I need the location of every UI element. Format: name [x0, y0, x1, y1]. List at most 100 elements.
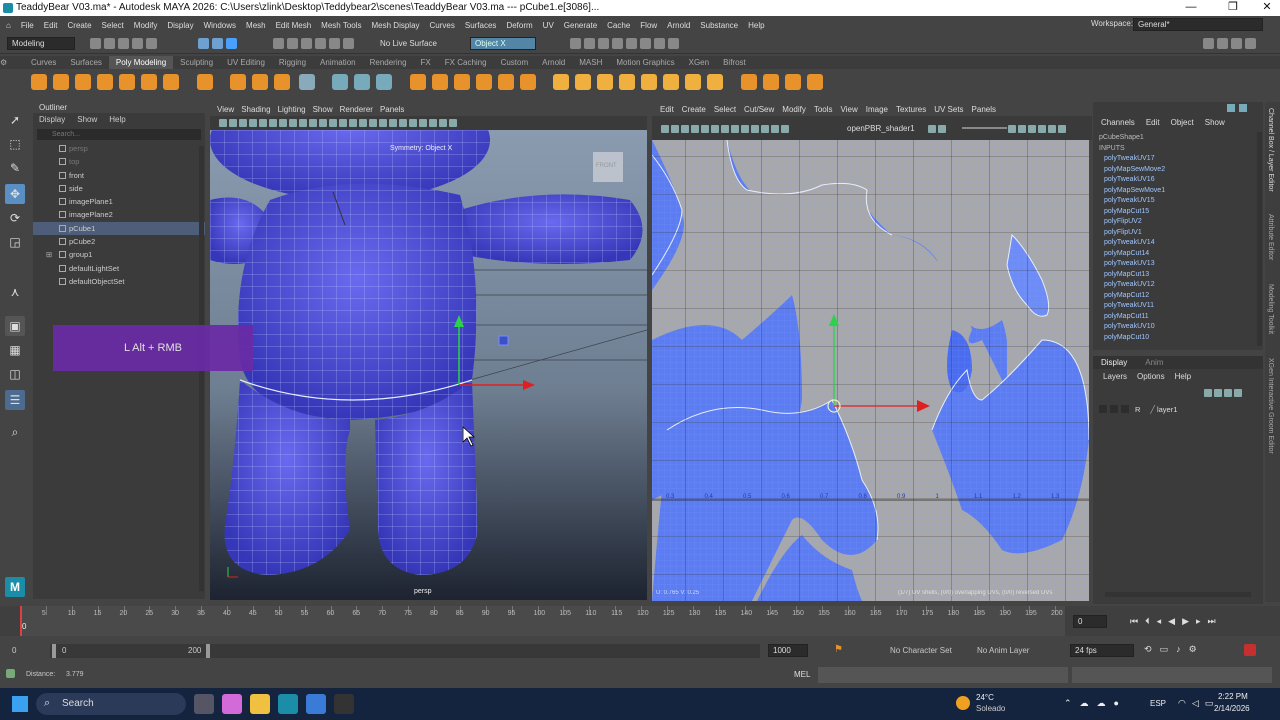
- svg-tool-icon[interactable]: [274, 74, 291, 90]
- new-layer-icon[interactable]: [1224, 389, 1232, 397]
- exposure-icon[interactable]: [429, 119, 437, 127]
- uv-pattern-icon[interactable]: [761, 125, 769, 133]
- uv-dim-icon[interactable]: [721, 125, 729, 133]
- language-indicator[interactable]: ESP: [1150, 699, 1166, 708]
- outliner-item-pcube1[interactable]: pCube1: [33, 221, 205, 236]
- uv-editor-shelf-icon[interactable]: [298, 74, 315, 90]
- perspective-viewport[interactable]: Symmetry: Object X FRONT persp: [210, 130, 647, 600]
- character-set-select[interactable]: No Character Set: [890, 646, 952, 655]
- shelf-tab[interactable]: XGen: [682, 56, 716, 69]
- component-mode-icon[interactable]: [226, 38, 237, 49]
- viewport-menu-shading[interactable]: Shading: [241, 105, 270, 114]
- menu-mesh[interactable]: Mesh: [246, 21, 266, 30]
- outliner-search-input[interactable]: Search...: [37, 129, 201, 140]
- layer-tab-display[interactable]: Display: [1101, 358, 1127, 367]
- cloud-icon[interactable]: ☁: [1097, 698, 1114, 708]
- boolean-intersection-icon[interactable]: [453, 74, 470, 90]
- channel-input-item[interactable]: polyTweakUV17: [1093, 154, 1263, 165]
- side-tab-channel-box[interactable]: Channel Box / Layer Editor: [1267, 108, 1274, 192]
- xray-icon[interactable]: [399, 119, 407, 127]
- isolate-select-icon[interactable]: [389, 119, 397, 127]
- clock-date[interactable]: 2/14/2026: [1214, 704, 1250, 713]
- range-end-handle[interactable]: [206, 644, 210, 658]
- menu-flow[interactable]: Flow: [640, 21, 657, 30]
- layer-menu-options[interactable]: Options: [1137, 372, 1165, 381]
- channel-input-item[interactable]: polyMapCut14: [1093, 249, 1263, 260]
- uv-menu-modify[interactable]: Modify: [782, 105, 806, 114]
- ipr-render-icon[interactable]: [598, 38, 609, 49]
- copilot-icon[interactable]: [222, 694, 242, 714]
- quad-draw-icon[interactable]: [806, 74, 823, 90]
- channel-input-item[interactable]: polyMapCut10: [1093, 333, 1263, 344]
- safe-action-icon[interactable]: [289, 119, 297, 127]
- menu-display[interactable]: Display: [167, 21, 193, 30]
- snap-curve-icon[interactable]: [287, 38, 298, 49]
- uv-shader-select[interactable]: openPBR_shader1: [847, 124, 915, 133]
- channel-box-icon[interactable]: [1245, 38, 1256, 49]
- outliner-item-front[interactable]: front: [33, 169, 205, 182]
- auto-key-icon[interactable]: ⚑: [834, 644, 843, 655]
- outliner-item-side[interactable]: side: [33, 182, 205, 195]
- shelf-settings-icon[interactable]: ⚙: [0, 56, 24, 69]
- uv-editor-canvas[interactable]: 0.30.40.50.60.70.80.911.11.21.31.4 U: 0.…: [652, 140, 1089, 601]
- live-surface-label[interactable]: No Live Surface: [380, 39, 437, 48]
- rotate-tool-icon[interactable]: ⟳: [5, 208, 25, 228]
- separate-icon[interactable]: [354, 74, 371, 90]
- record-icon[interactable]: [1244, 644, 1256, 656]
- uv-menu-panels[interactable]: Panels: [972, 105, 996, 114]
- target-weld-icon[interactable]: [762, 74, 779, 90]
- layer-color-icon[interactable]: ╱: [1150, 405, 1155, 414]
- playback-prefs-icon[interactable]: ⚙: [1189, 644, 1205, 654]
- uv-image-icon[interactable]: [711, 125, 719, 133]
- modeling-toolkit-icon[interactable]: [1203, 38, 1214, 49]
- maximize-button[interactable]: ❐: [1222, 0, 1244, 16]
- file-explorer-icon[interactable]: [250, 694, 270, 714]
- new-layer-selected-icon[interactable]: [1234, 389, 1242, 397]
- scale-tool-icon[interactable]: ◲: [5, 232, 25, 252]
- uv-checker-icon[interactable]: [681, 125, 689, 133]
- channel-box-icon-b[interactable]: [1239, 104, 1247, 112]
- uv-orient-icon[interactable]: [1048, 125, 1056, 133]
- extract-icon[interactable]: [663, 74, 680, 90]
- layer-menu-layers[interactable]: Layers: [1103, 372, 1127, 381]
- four-pane-icon[interactable]: ▦: [5, 340, 25, 360]
- image-plane-toggle-icon[interactable]: [239, 119, 247, 127]
- menu-arnold[interactable]: Arnold: [667, 21, 690, 30]
- tray-chevron-icon[interactable]: ⌃: [1064, 698, 1080, 708]
- layer-visibility-toggle[interactable]: [1099, 405, 1107, 413]
- poly-cone-icon[interactable]: [97, 74, 113, 90]
- menu-curves[interactable]: Curves: [430, 21, 455, 30]
- home-icon[interactable]: ⌂: [6, 21, 11, 30]
- uv-toggle-icon[interactable]: [661, 125, 669, 133]
- shelf-tab[interactable]: Animation: [313, 56, 363, 69]
- lasso-tool-icon[interactable]: ⬚: [5, 134, 25, 154]
- save-scene-icon[interactable]: [118, 38, 129, 49]
- shelf-tab[interactable]: UV Editing: [220, 56, 272, 69]
- append-icon[interactable]: [575, 74, 592, 90]
- mel-label[interactable]: MEL: [794, 670, 810, 679]
- xray-joints-icon[interactable]: [409, 119, 417, 127]
- uv-checker2-icon[interactable]: [781, 125, 789, 133]
- connect-icon[interactable]: [784, 74, 801, 90]
- go-end-icon[interactable]: ⏭: [1208, 616, 1223, 626]
- uv-shell-icon[interactable]: [671, 125, 679, 133]
- hypershade-icon[interactable]: [626, 38, 637, 49]
- channel-input-item[interactable]: polyTweakUV14: [1093, 238, 1263, 249]
- poly-sphere-icon[interactable]: [31, 74, 47, 90]
- layer-tab-anim[interactable]: Anim: [1145, 358, 1163, 367]
- shadows-icon[interactable]: [349, 119, 357, 127]
- uv-menu-textures[interactable]: Textures: [896, 105, 926, 114]
- outliner-item-top[interactable]: top: [33, 155, 205, 168]
- wireframe-icon[interactable]: [299, 119, 307, 127]
- outliner-menu-help[interactable]: Help: [109, 113, 125, 127]
- color-mgmt-icon[interactable]: [449, 119, 457, 127]
- shelf-tab[interactable]: Rigging: [272, 56, 313, 69]
- channel-menu-edit[interactable]: Edit: [1146, 118, 1160, 127]
- attribute-editor-icon[interactable]: [1217, 38, 1228, 49]
- uv-unfold-icon[interactable]: [1028, 125, 1036, 133]
- move-tool-icon[interactable]: ✥: [5, 184, 25, 204]
- symmetry-select[interactable]: Object X: [470, 37, 536, 50]
- menu-deform[interactable]: Deform: [506, 21, 532, 30]
- uv-straighten-icon[interactable]: [1058, 125, 1066, 133]
- side-tab-modeling-toolkit[interactable]: Modeling Toolkit: [1267, 284, 1274, 334]
